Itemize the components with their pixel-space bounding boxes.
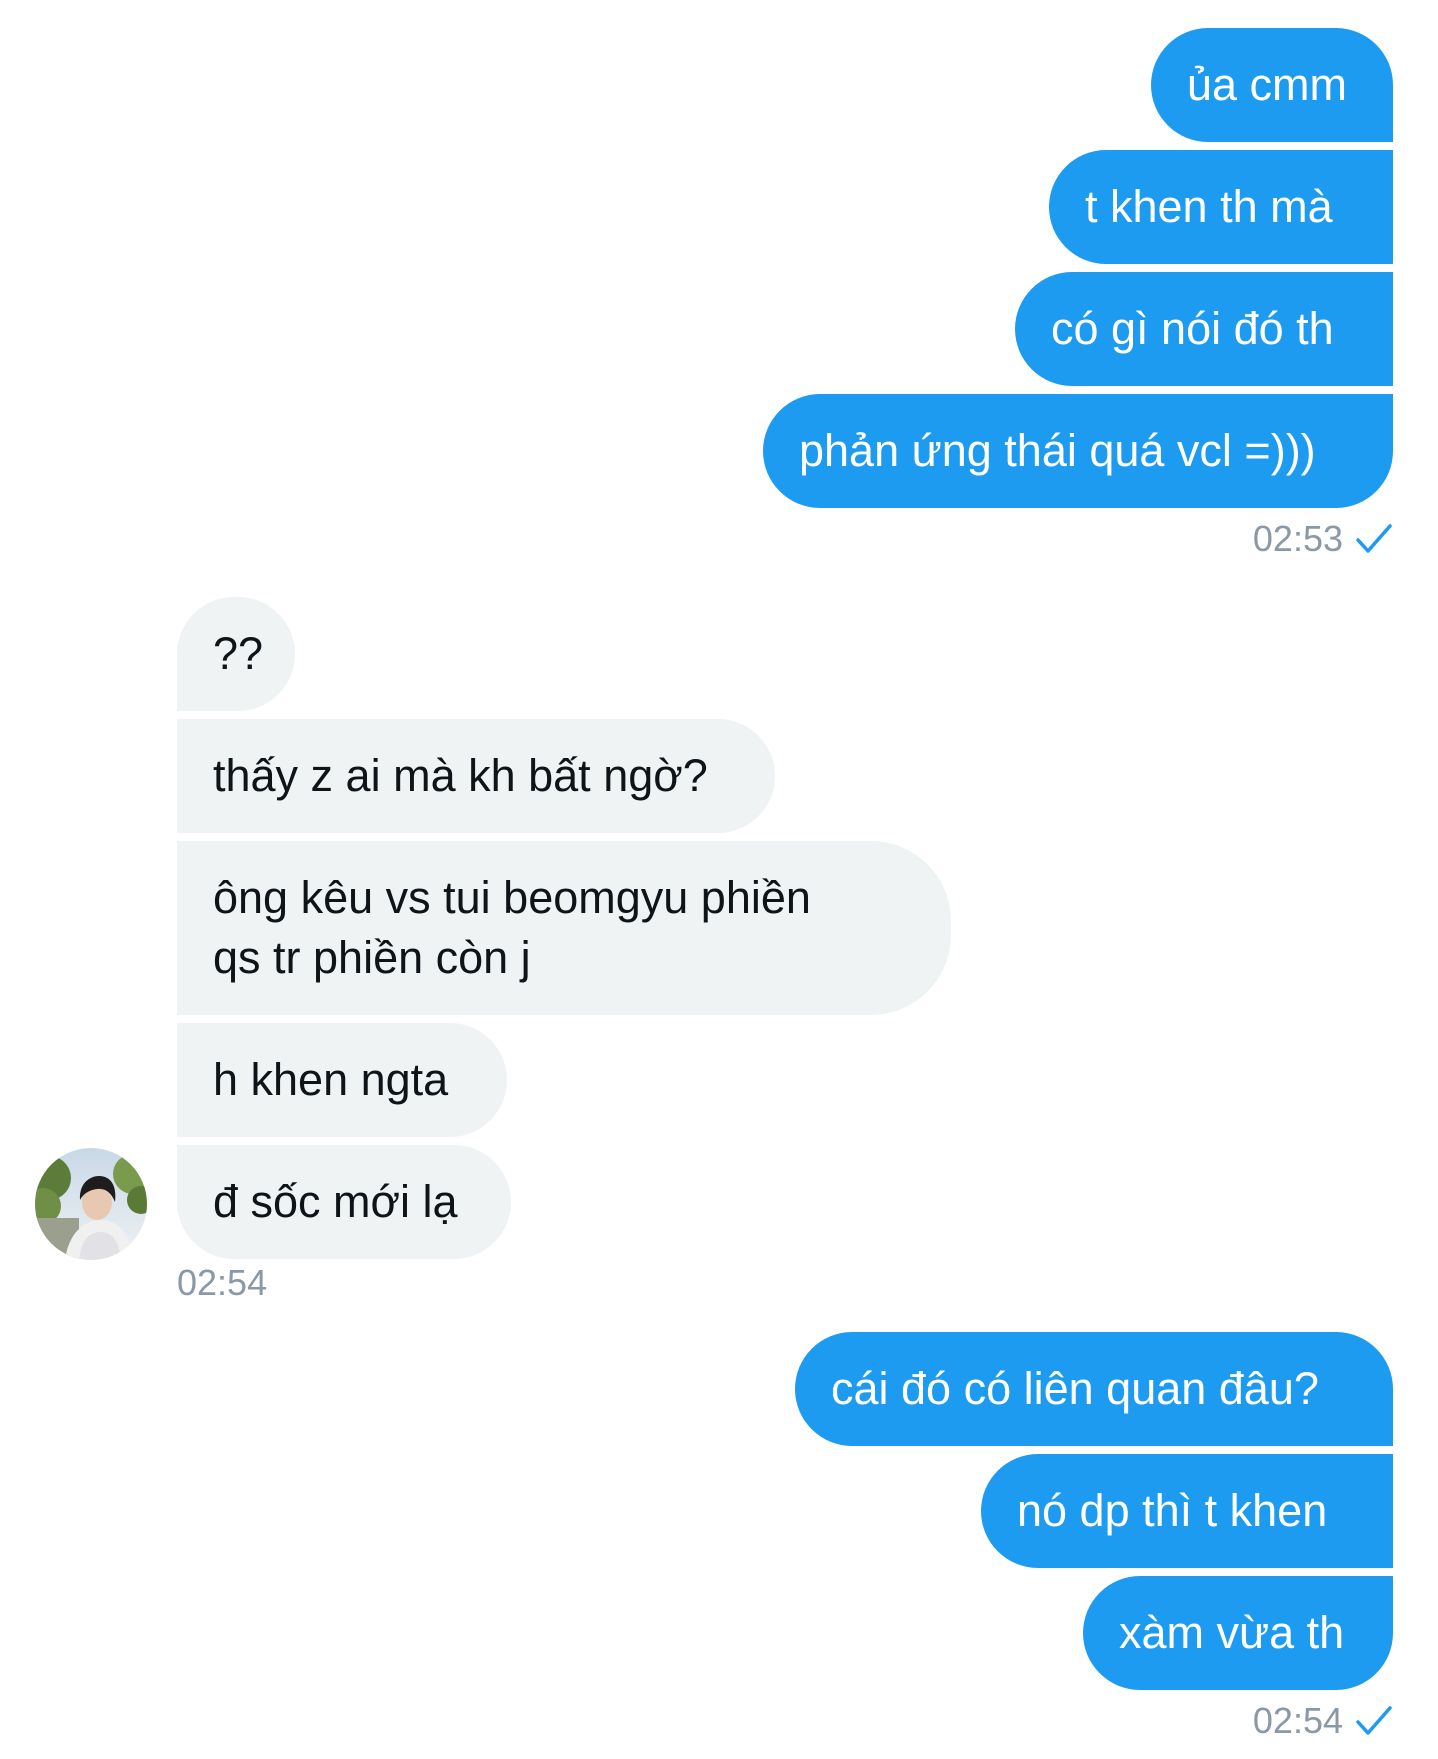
incoming-message[interactable]: ?? — [177, 597, 295, 711]
check-icon — [1355, 522, 1393, 556]
message-timestamp: 02:54 — [1252, 1700, 1343, 1741]
outgoing-message[interactable]: t khen th mà — [1049, 150, 1393, 264]
outgoing-message[interactable]: có gì nói đó th — [1015, 272, 1393, 386]
incoming-message[interactable]: đ sốc mới lạ — [177, 1145, 511, 1259]
check-icon — [1355, 1704, 1393, 1738]
outgoing-message[interactable]: xàm vừa th — [1083, 1576, 1393, 1690]
message-line: qs tr phiền còn j — [213, 932, 531, 983]
conversation-view: ủa cmm t khen th mà có gì nói đó th phản… — [0, 0, 1438, 1759]
incoming-message[interactable]: h khen ngta — [177, 1023, 507, 1137]
message-meta: 02:53 — [1253, 518, 1393, 560]
outgoing-message[interactable]: ủa cmm — [1151, 28, 1393, 142]
message-timestamp: 02:53 — [1252, 518, 1343, 559]
outgoing-message[interactable]: nó dp thì t khen — [981, 1454, 1393, 1568]
incoming-message[interactable]: ông kêu vs tui beomgyu phiền qs tr phiền… — [177, 841, 951, 1015]
incoming-message[interactable]: thấy z ai mà kh bất ngờ? — [177, 719, 775, 833]
avatar[interactable] — [35, 1148, 147, 1260]
message-meta: 02:54 — [1253, 1700, 1393, 1742]
message-line: ông kêu vs tui beomgyu phiền — [213, 872, 811, 923]
message-timestamp: 02:54 — [177, 1262, 268, 1303]
outgoing-message[interactable]: phản ứng thái quá vcl =))) — [763, 394, 1393, 508]
outgoing-message[interactable]: cái đó có liên quan đâu? — [795, 1332, 1393, 1446]
message-meta: 02:54 — [177, 1262, 267, 1304]
